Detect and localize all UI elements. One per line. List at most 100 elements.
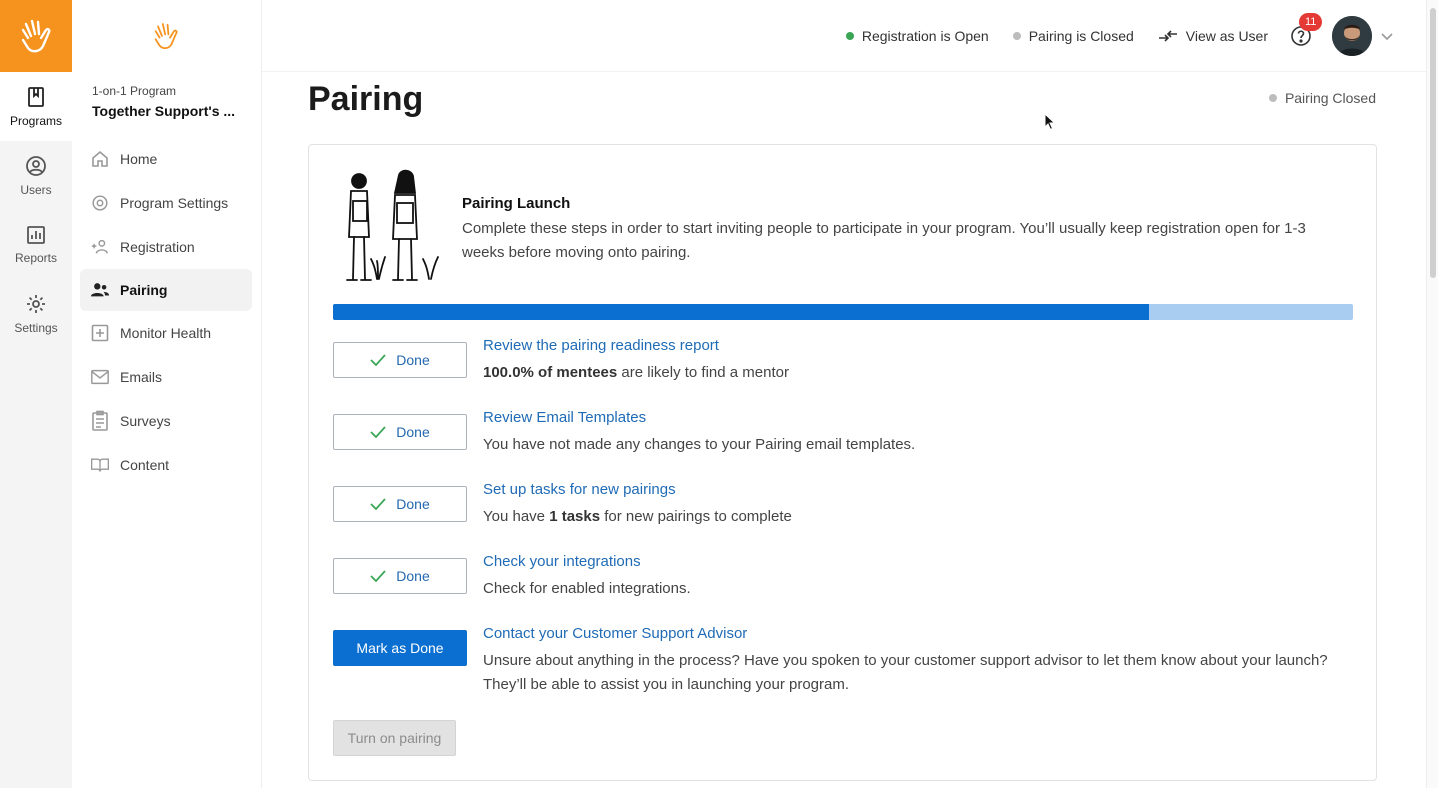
sidebar-item-label: Surveys	[120, 413, 171, 429]
users-icon	[90, 283, 110, 297]
bar-chart-icon	[27, 225, 45, 244]
sidebar-item-content[interactable]: Content	[80, 443, 252, 487]
turn-on-pairing-button[interactable]: Turn on pairing	[333, 720, 456, 756]
progress-fill	[333, 304, 1149, 320]
add-user-icon	[91, 239, 108, 254]
view-as-user-label: View as User	[1185, 27, 1268, 44]
registration-status-label: Registration is Open	[861, 27, 989, 44]
button-label: Done	[396, 424, 430, 440]
rail-label: Users	[20, 182, 52, 197]
sidebar-nav: Home Program Settings Registration Pairi…	[80, 137, 252, 487]
sidebar-item-registration[interactable]: Registration	[80, 225, 252, 269]
page-scrollbar[interactable]	[1426, 0, 1438, 788]
sidebar-item-program-settings[interactable]: Program Settings	[80, 181, 252, 225]
registration-status: Registration is Open	[845, 27, 989, 44]
pairing-status-text: Pairing Closed	[1284, 90, 1376, 106]
step-title-link[interactable]: Review the pairing readiness report	[483, 337, 719, 354]
done-button[interactable]: Done	[333, 486, 467, 522]
open-book-icon	[91, 458, 109, 472]
status-dot	[1268, 94, 1277, 102]
launch-description: Complete these steps in order to start i…	[462, 220, 1306, 261]
button-label: Done	[396, 568, 430, 584]
program-kind: 1-on-1 Program	[92, 84, 177, 98]
launch-title: Pairing Launch	[462, 195, 571, 212]
desc-rest: are likely to find a mentor	[617, 364, 789, 381]
user-avatar[interactable]	[1332, 15, 1372, 56]
home-icon	[92, 150, 108, 167]
sidebar-item-label: Content	[120, 457, 170, 473]
app-window: Programs Users Reports Settings 1-on-1 P…	[0, 0, 1438, 788]
desc-bold: 100.0% of mentees	[483, 364, 618, 381]
desc-bold: 1 tasks	[549, 508, 601, 525]
sidebar-item-pairing[interactable]: Pairing	[80, 269, 252, 311]
done-button[interactable]: Done	[333, 414, 467, 450]
swap-arrows-icon	[1158, 29, 1177, 42]
sidebar-item-surveys[interactable]: Surveys	[80, 399, 252, 443]
app-logo[interactable]	[0, 0, 72, 72]
mail-icon	[91, 369, 109, 385]
sidebar-item-label: Program Settings	[120, 195, 229, 211]
sidebar-item-home[interactable]: Home	[80, 137, 252, 181]
pairing-status-label: Pairing is Closed	[1028, 27, 1134, 44]
left-rail: Programs Users Reports Settings	[0, 0, 72, 788]
desc-pre: You have	[483, 508, 550, 525]
check-icon	[370, 426, 386, 438]
button-label: Done	[396, 352, 430, 368]
notification-badge: 11	[1299, 12, 1323, 31]
sidebar-item-label: Emails	[120, 369, 163, 385]
step-description: Check for enabled integrations.	[483, 580, 691, 597]
status-dot	[845, 31, 854, 40]
program-name[interactable]: Together Support's ...	[92, 103, 235, 119]
step-title-link[interactable]: Set up tasks for new pairings	[483, 481, 676, 498]
mouse-cursor-icon	[1044, 113, 1056, 131]
step-title-link[interactable]: Check your integrations	[483, 553, 641, 570]
pairing-status-badge: Pairing Closed	[1268, 90, 1376, 106]
clipboard-icon	[92, 410, 108, 431]
chevron-down-icon[interactable]	[1380, 31, 1394, 41]
top-header: Registration is Open Pairing is Closed V…	[262, 0, 1426, 72]
check-icon	[370, 354, 386, 366]
sidebar-item-monitor-health[interactable]: Monitor Health	[80, 311, 252, 355]
rail-item-settings[interactable]: Settings	[0, 279, 72, 348]
rail-label: Settings	[14, 320, 58, 335]
done-button[interactable]: Done	[333, 342, 467, 378]
step-description: 100.0% of mentees are likely to find a m…	[483, 361, 1353, 385]
view-as-user-button[interactable]: View as User	[1158, 28, 1268, 44]
status-dot	[1012, 31, 1021, 40]
hand-wave-icon	[154, 23, 178, 49]
sidebar-brand	[72, 0, 261, 72]
rail-label: Programs	[9, 113, 62, 128]
desc-rest: for new pairings to complete	[600, 508, 792, 525]
gear-icon	[27, 294, 45, 313]
plus-box-icon	[91, 324, 109, 342]
sidebar-item-label: Monitor Health	[120, 325, 212, 341]
step-description: You have not made any changes to your Pa…	[483, 436, 916, 453]
sidebar-item-label: Registration	[120, 239, 195, 255]
rail-item-reports[interactable]: Reports	[0, 210, 72, 279]
rail-item-users[interactable]: Users	[0, 141, 72, 210]
launch-progress-bar	[333, 304, 1353, 320]
people-illustration	[346, 169, 439, 281]
step-description: You have 1 tasks for new pairings to com…	[483, 505, 1353, 529]
scrollbar-thumb[interactable]	[1430, 8, 1436, 278]
sidebar-item-label: Pairing	[120, 282, 168, 298]
step-description: Unsure about anything in the process? Ha…	[483, 652, 1328, 693]
help-button[interactable]: 11	[1290, 12, 1323, 47]
mark-as-done-button[interactable]: Mark as Done	[333, 630, 467, 666]
rail-label: Reports	[14, 250, 58, 265]
book-icon	[28, 86, 44, 107]
page-title: Pairing	[308, 80, 424, 118]
pairing-header-status: Pairing is Closed	[1012, 27, 1134, 44]
check-icon	[370, 570, 386, 582]
program-sidebar: 1-on-1 Program Together Support's ... Ho…	[72, 0, 262, 788]
sidebar-item-label: Home	[120, 151, 158, 167]
gear-icon	[92, 195, 108, 211]
rail-item-programs[interactable]: Programs	[0, 72, 72, 141]
check-icon	[370, 498, 386, 510]
pairing-launch-card: Pairing Launch Complete these steps in o…	[308, 144, 1377, 781]
sidebar-item-emails[interactable]: Emails	[80, 355, 252, 399]
step-title-link[interactable]: Review Email Templates	[483, 409, 646, 426]
avatar-image	[1332, 15, 1372, 56]
done-button[interactable]: Done	[333, 558, 467, 594]
step-title-link[interactable]: Contact your Customer Support Advisor	[483, 625, 747, 642]
